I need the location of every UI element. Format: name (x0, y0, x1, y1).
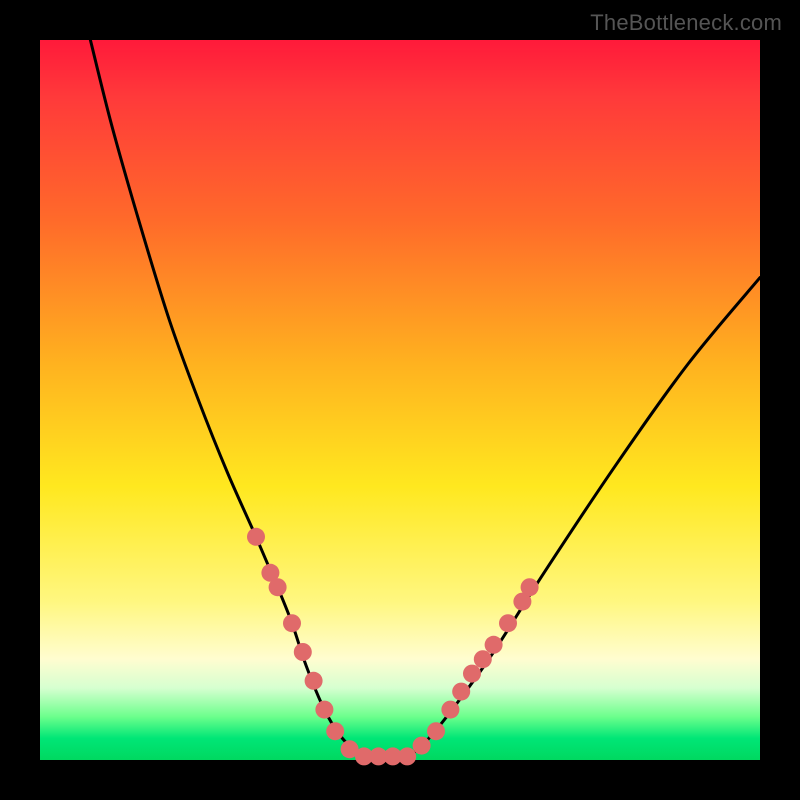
data-marker (413, 737, 431, 755)
bottleneck-curve (90, 40, 760, 758)
marker-group (247, 528, 539, 766)
data-marker (247, 528, 265, 546)
data-marker (499, 614, 517, 632)
data-marker (305, 672, 323, 690)
data-marker (269, 578, 287, 596)
data-marker (326, 722, 344, 740)
data-marker (398, 747, 416, 765)
data-marker (315, 701, 333, 719)
data-marker (283, 614, 301, 632)
data-marker (452, 683, 470, 701)
data-marker (485, 636, 503, 654)
data-marker (474, 650, 492, 668)
plot-area (40, 40, 760, 760)
data-marker (521, 578, 539, 596)
data-marker (427, 722, 445, 740)
chart-frame: TheBottleneck.com (0, 0, 800, 800)
data-marker (294, 643, 312, 661)
data-marker (441, 701, 459, 719)
watermark-text: TheBottleneck.com (590, 10, 782, 36)
data-marker (463, 665, 481, 683)
curve-svg (40, 40, 760, 760)
